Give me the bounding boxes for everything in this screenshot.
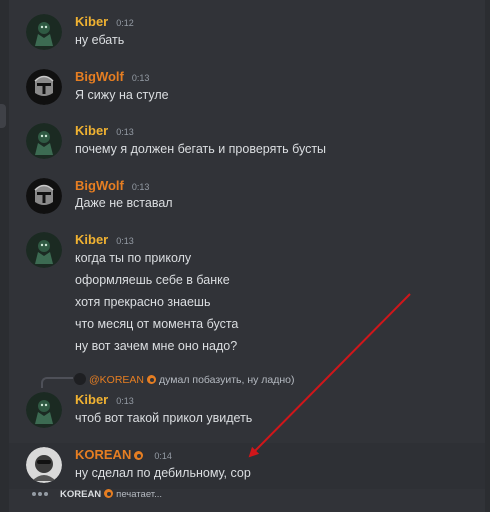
message-header: BigWolf 0:13 (75, 178, 149, 196)
reply-mention[interactable]: @KOREAN (89, 374, 144, 386)
avatar[interactable] (26, 69, 62, 105)
reply-connector (41, 377, 73, 388)
timestamp: 0:13 (116, 236, 134, 246)
message-header: Kiber 0:13 (75, 123, 134, 141)
reply-avatar (74, 373, 86, 385)
message-text: оформляешь себе в банке (75, 273, 230, 287)
typing-dots-icon (32, 489, 50, 500)
server-booster-icon (134, 451, 144, 460)
timestamp: 0:13 (116, 396, 134, 406)
author-name[interactable]: Kiber (75, 123, 108, 138)
message-text: почему я должен бегать и проверять бусты (75, 142, 327, 156)
message-text: что месяц от момента буста (75, 317, 239, 331)
message-header: KOREAN 0:14 (75, 447, 172, 465)
reply-preview[interactable]: @KOREAN думал побазуить, ну ладно) (74, 373, 295, 386)
author-name[interactable]: Kiber (75, 14, 108, 29)
author-name[interactable]: Kiber (75, 392, 108, 407)
member-list-edge (485, 0, 490, 512)
server-booster-icon (147, 375, 157, 384)
timestamp: 0:14 (154, 451, 172, 461)
avatar[interactable] (26, 232, 62, 268)
avatar[interactable] (26, 123, 62, 159)
annotation-arrow-icon (248, 293, 411, 458)
author-name[interactable]: BigWolf (75, 69, 124, 84)
message-text: Я сижу на стуле (75, 88, 169, 102)
message-text: ну вот зачем мне оно надо? (75, 339, 238, 353)
message-text: ну сделал по дебильному, сор (75, 466, 251, 480)
message-header: Kiber 0:13 (75, 392, 134, 410)
sidebar-notch (0, 104, 6, 128)
avatar[interactable] (26, 392, 62, 428)
chat-messages: Kiber 0:12 ну ебать BigWolf 0:13 Я сижу … (0, 0, 490, 512)
typing-user: KOREAN (60, 489, 102, 500)
message-text: когда ты по приколу (75, 251, 192, 265)
author-name[interactable]: Kiber (75, 232, 108, 247)
avatar[interactable] (26, 447, 62, 483)
avatar[interactable] (26, 178, 62, 214)
timestamp: 0:12 (116, 18, 134, 28)
message-header: BigWolf 0:13 (75, 69, 149, 87)
author-name[interactable]: KOREAN (75, 447, 131, 462)
message-text: хотя прекрасно знаешь (75, 295, 211, 309)
message-header: Kiber 0:13 (75, 232, 134, 250)
message-text: ну ебать (75, 33, 125, 47)
avatar[interactable] (26, 14, 62, 50)
timestamp: 0:13 (116, 127, 134, 137)
timestamp: 0:13 (131, 73, 150, 83)
message-text: чтоб вот такой прикол увидеть (75, 411, 253, 425)
message-text: Даже не вставал (75, 196, 173, 210)
server-booster-icon (104, 489, 114, 498)
author-name[interactable]: BigWolf (75, 178, 124, 193)
channel-sidebar-edge (0, 0, 9, 512)
typing-indicator: KOREAN печатает... (32, 489, 162, 500)
typing-verb: печатает... (116, 489, 163, 500)
message-header: Kiber 0:12 (75, 14, 134, 32)
timestamp: 0:13 (131, 182, 150, 192)
reply-text: думал побазуить, ну ладно) (159, 374, 295, 386)
